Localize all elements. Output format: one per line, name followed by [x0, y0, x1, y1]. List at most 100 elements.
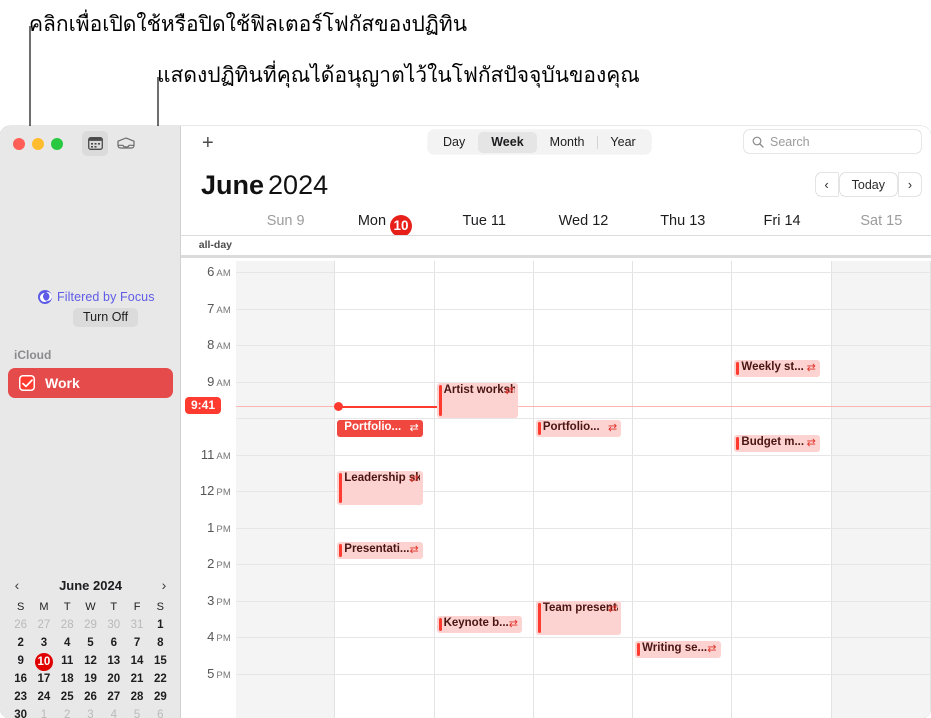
all-day-row[interactable]: all-day	[181, 235, 931, 258]
inbox-icon[interactable]	[113, 131, 139, 156]
mini-calendar-day[interactable]: 1	[32, 707, 55, 718]
mini-calendar-day[interactable]: 12	[79, 653, 102, 670]
mini-calendar-day[interactable]: 1	[149, 617, 172, 634]
chevron-right-icon[interactable]: ›	[156, 578, 172, 592]
mini-calendar-day[interactable]: 7	[125, 635, 148, 652]
hour-gridline	[236, 527, 931, 529]
calendar-event[interactable]: Artist workshop...⇄	[436, 383, 518, 418]
mini-calendar-day[interactable]: 11	[56, 653, 79, 670]
mini-calendar-day[interactable]: 20	[102, 671, 125, 688]
mini-calendar-grid[interactable]: S M T W T F S 26 27 28 29 30 31 1 2 3 4 5 6 7 8 9 10 11 12 13 14 15…	[9, 599, 172, 718]
mini-calendar-day[interactable]: 5	[125, 707, 148, 718]
mini-calendar-day[interactable]: 24	[32, 689, 55, 706]
day-header-mon[interactable]: Mon 10	[335, 208, 434, 237]
calendar-event[interactable]: Budget m... ⇄	[734, 434, 820, 452]
mini-calendar-day[interactable]: 16	[9, 671, 32, 688]
calendar-event[interactable]: Portfolio... ⇄	[337, 419, 423, 437]
sidebar-item-work-calendar[interactable]: Work	[8, 368, 173, 398]
calendar-event[interactable]: Keynote b... ⇄	[436, 616, 522, 634]
mini-calendar-day[interactable]: 30	[102, 617, 125, 634]
day-header-wed[interactable]: Wed 12	[534, 208, 633, 235]
tab-month[interactable]: Month	[537, 132, 598, 153]
mini-calendar-day[interactable]: 30	[9, 707, 32, 718]
mini-calendar-day[interactable]: 21	[125, 671, 148, 688]
mini-calendar-day[interactable]: 19	[79, 671, 102, 688]
tab-day[interactable]: Day	[430, 132, 478, 153]
mini-calendar-day[interactable]: 9	[9, 653, 32, 670]
calendar-event[interactable]: Team presentati...⇄	[535, 600, 622, 635]
moon-focus-icon	[38, 290, 52, 304]
mini-calendar-day[interactable]: 13	[102, 653, 125, 670]
day-column-wed[interactable]	[534, 261, 634, 718]
calendar-event[interactable]: Presentati... ⇄	[337, 541, 423, 559]
checkbox-checked-icon[interactable]	[19, 375, 35, 391]
search-placeholder: Search	[770, 134, 810, 149]
close-button[interactable]	[13, 138, 25, 150]
mini-calendar-day[interactable]: 27	[32, 617, 55, 634]
mini-calendar-day[interactable]: 18	[56, 671, 79, 688]
previous-week-button[interactable]: ‹	[815, 173, 838, 196]
calendar-event[interactable]: Writing se... ⇄	[635, 640, 721, 658]
today-button[interactable]: Today	[839, 173, 897, 196]
mini-calendar-title: June 2024	[59, 577, 122, 593]
mini-calendar-day[interactable]: 27	[102, 689, 125, 706]
filtered-by-focus-indicator[interactable]: Filtered by Focus	[38, 290, 155, 304]
day-column-sun[interactable]	[236, 261, 336, 718]
day-header-fri[interactable]: Fri 14	[732, 208, 831, 235]
day-header-sun[interactable]: Sun 9	[236, 208, 335, 235]
mini-calendar-day[interactable]: 3	[32, 635, 55, 652]
time-label-5pm: 5 PM	[207, 665, 231, 681]
mini-calendar-day-today[interactable]: 10	[32, 653, 55, 671]
mini-calendar-day[interactable]: 15	[149, 653, 172, 670]
tab-year[interactable]: Year	[597, 132, 648, 153]
mini-calendar-day[interactable]: 28	[125, 689, 148, 706]
mini-calendar-day[interactable]: 28	[56, 617, 79, 634]
maximize-button[interactable]	[51, 138, 63, 150]
day-column-sat[interactable]	[831, 261, 931, 718]
mini-calendar-day[interactable]: 22	[149, 671, 172, 688]
mini-calendar-day[interactable]: 26	[9, 617, 32, 634]
day-header-sat[interactable]: Sat 15	[832, 208, 931, 235]
minimize-button[interactable]	[32, 138, 44, 150]
mini-calendar-day[interactable]: 5	[79, 635, 102, 652]
calendar-icon[interactable]	[82, 131, 108, 156]
mini-calendar-day[interactable]: 8	[149, 635, 172, 652]
search-field[interactable]: Search	[744, 130, 921, 153]
calendar-event[interactable]: Leadership skills work...⇄	[337, 470, 423, 506]
mini-calendar-day[interactable]: 3	[79, 707, 102, 718]
mini-calendar-day[interactable]: 26	[79, 689, 102, 706]
mini-calendar-day[interactable]: 4	[56, 635, 79, 652]
mini-calendar-day[interactable]: 2	[56, 707, 79, 718]
chevron-left-icon[interactable]: ‹	[9, 578, 25, 592]
hour-gridline	[236, 272, 931, 273]
calendar-event[interactable]: Portfolio... ⇄	[535, 419, 622, 437]
add-event-button[interactable]: +	[202, 133, 214, 153]
mini-calendar-day[interactable]: 4	[102, 707, 125, 718]
mini-calendar-day[interactable]: 25	[56, 689, 79, 706]
mini-calendar-day[interactable]: 29	[79, 617, 102, 634]
repeat-icon: ⇄	[504, 385, 514, 398]
turn-off-button[interactable]: Turn Off	[73, 308, 139, 327]
mini-calendar-day[interactable]: 14	[125, 653, 148, 670]
time-label-4pm: 4 PM	[207, 629, 231, 644]
mini-calendar-day[interactable]: 29	[149, 689, 172, 706]
current-time-badge: 9:41	[185, 397, 222, 415]
next-week-button[interactable]: ›	[899, 173, 921, 196]
mini-calendar-dow-3: W	[85, 601, 96, 613]
mini-calendar-day[interactable]: 6	[149, 707, 172, 718]
mini-calendar-day[interactable]: 31	[125, 617, 148, 634]
repeat-icon: ⇄	[409, 472, 419, 485]
mini-calendar-day[interactable]: 17	[32, 671, 55, 688]
tab-week[interactable]: Week	[478, 131, 537, 153]
day-header-thu[interactable]: Thu 13	[633, 208, 732, 235]
day-column-fri[interactable]	[732, 261, 832, 718]
view-mode-segmented-control[interactable]: Day Week Month Year	[428, 130, 651, 154]
day-column-tue[interactable]	[435, 261, 534, 718]
calendar-event[interactable]: Weekly st... ⇄	[734, 360, 820, 378]
mini-calendar-day[interactable]: 6	[102, 635, 125, 652]
mini-calendar-day[interactable]: 23	[9, 689, 32, 706]
hour-gridline	[236, 308, 931, 310]
day-header-tue[interactable]: Tue 11	[435, 208, 534, 235]
mini-calendar-day[interactable]: 2	[9, 635, 32, 652]
time-grid[interactable]: 6 AM 7 AM 8 AM 9 AM 11 AM 12 PM 1 PM 2 PM 3 PM 4 PM 5 PM 9:41 A…	[181, 261, 931, 718]
